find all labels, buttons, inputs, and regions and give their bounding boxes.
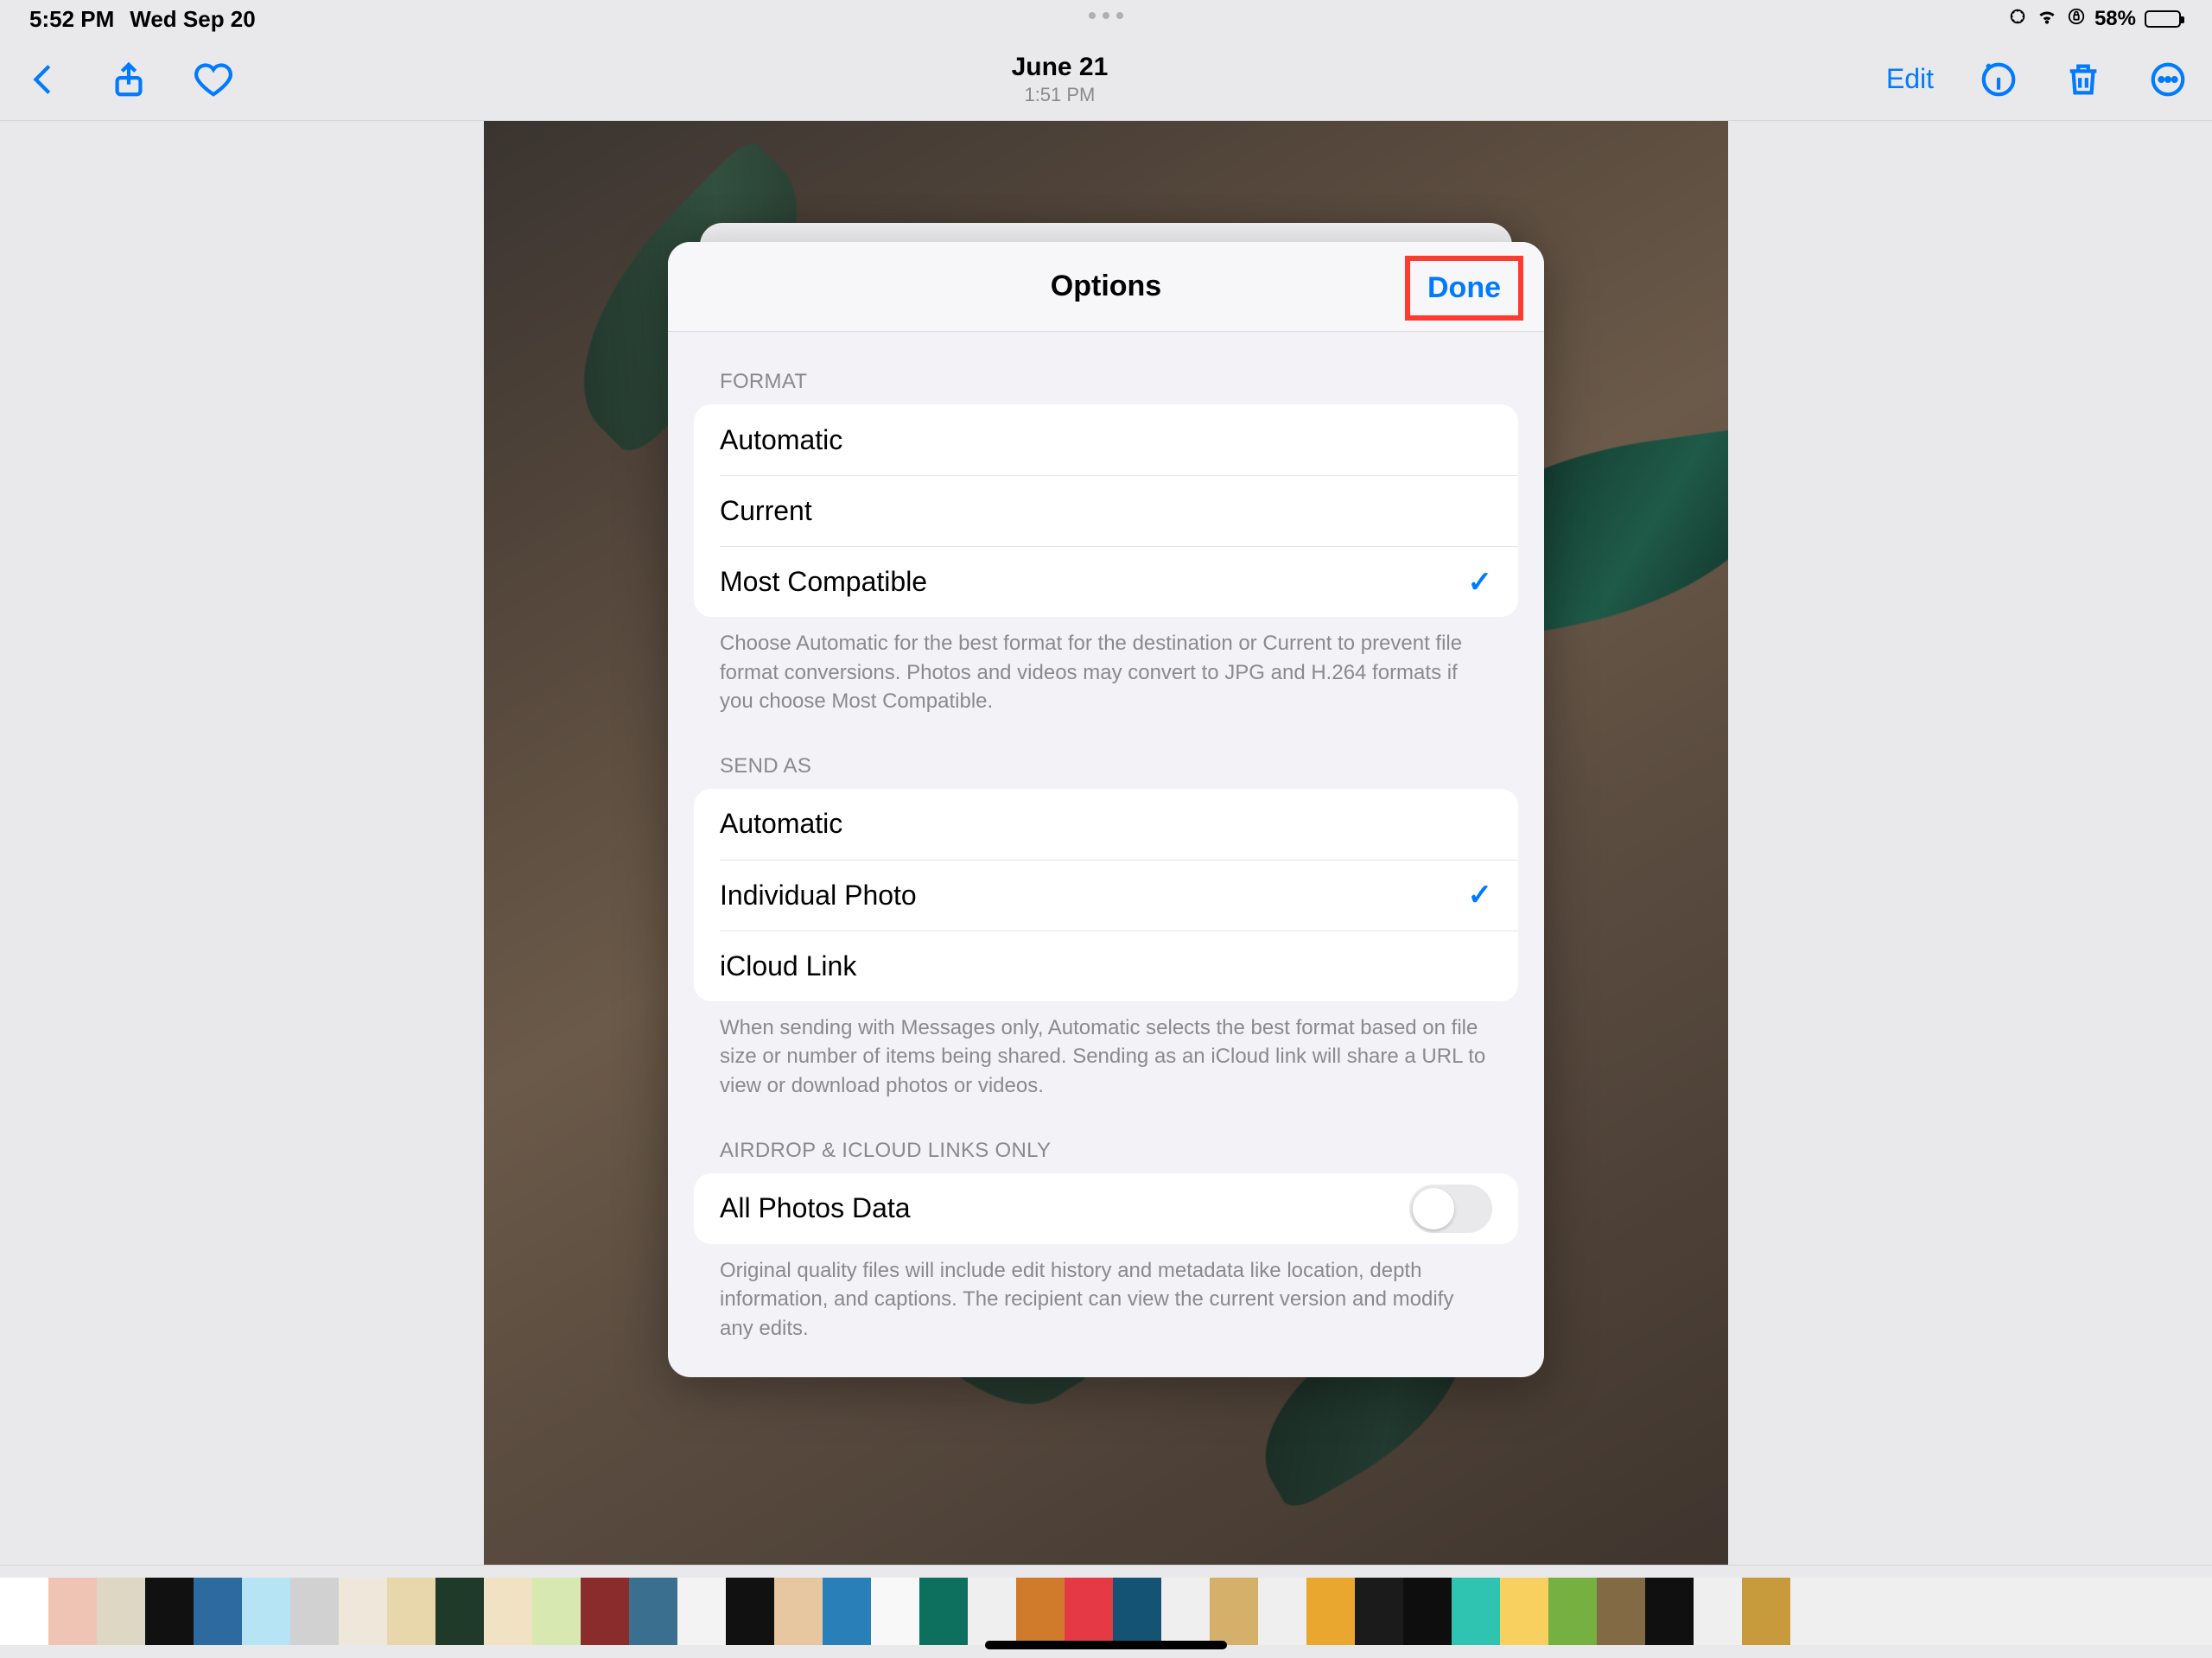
photo-time: 1:51 PM (1012, 84, 1109, 106)
favorite-button[interactable] (194, 60, 233, 99)
thumbnail[interactable] (919, 1578, 968, 1645)
thumbnail[interactable] (97, 1578, 145, 1645)
thumbnail[interactable] (339, 1578, 387, 1645)
thumbnail[interactable] (1065, 1578, 1113, 1645)
row-label: Automatic (720, 808, 842, 840)
sendas-row-automatic[interactable]: Automatic (694, 789, 1518, 860)
thumbnail[interactable] (1161, 1578, 1210, 1645)
row-label: Individual Photo (720, 880, 917, 912)
row-label: iCloud Link (720, 950, 856, 982)
section-header-format: FORMAT (720, 370, 1518, 394)
sendas-row-icloud-link[interactable]: iCloud Link (720, 931, 1518, 1001)
row-label: All Photos Data (720, 1192, 911, 1224)
do-not-disturb-icon (2008, 7, 2027, 32)
thumbnail[interactable] (1597, 1578, 1645, 1645)
airdrop-row-all-photos-data[interactable]: All Photos Data (694, 1173, 1518, 1244)
photo-date-header: June 21 1:51 PM (1012, 53, 1109, 106)
battery-icon (2145, 10, 2181, 28)
photo-date: June 21 (1012, 53, 1109, 82)
photo-nav-bar: June 21 1:51 PM Edit (0, 38, 2212, 121)
more-button[interactable] (2148, 60, 2188, 99)
thumbnail[interactable] (1790, 1578, 1839, 1645)
thumbnail[interactable] (532, 1578, 581, 1645)
thumbnail[interactable] (2032, 1578, 2081, 1645)
thumbnail[interactable] (1500, 1578, 1548, 1645)
thumbnail[interactable] (581, 1578, 629, 1645)
thumbnail[interactable] (968, 1578, 1016, 1645)
thumbnail[interactable] (1839, 1578, 1887, 1645)
format-footnote: Choose Automatic for the best format for… (720, 629, 1492, 716)
thumbnail[interactable] (2129, 1578, 2177, 1645)
thumbnail[interactable] (871, 1578, 919, 1645)
airdrop-group: All Photos Data (694, 1173, 1518, 1244)
thumbnail[interactable] (1694, 1578, 1742, 1645)
thumbnail[interactable] (0, 1578, 48, 1645)
status-date: Wed Sep 20 (130, 6, 255, 33)
thumbnail[interactable] (1936, 1578, 1984, 1645)
thumbnail[interactable] (2177, 1578, 2212, 1645)
checkmark-icon: ✓ (1468, 878, 1493, 912)
sendas-row-individual-photo[interactable]: Individual Photo ✓ (720, 860, 1518, 931)
thumbnail[interactable] (2081, 1578, 2129, 1645)
thumbnail[interactable] (1548, 1578, 1597, 1645)
multitask-dots[interactable] (1089, 12, 1123, 19)
modal-header: Options Done (668, 242, 1544, 332)
thumbnail[interactable] (1887, 1578, 1936, 1645)
checkmark-icon: ✓ (1468, 565, 1493, 600)
thumbnail[interactable] (145, 1578, 194, 1645)
thumbnail[interactable] (726, 1578, 774, 1645)
thumbnail[interactable] (1355, 1578, 1403, 1645)
home-indicator[interactable] (985, 1641, 1227, 1649)
thumbnail[interactable] (1016, 1578, 1065, 1645)
edit-button[interactable]: Edit (1886, 63, 1934, 95)
format-row-automatic[interactable]: Automatic (694, 404, 1518, 475)
status-bar: 5:52 PM Wed Sep 20 58% (0, 0, 2212, 38)
send-as-group: Automatic Individual Photo ✓ iCloud Link (694, 789, 1518, 1001)
airdrop-footnote: Original quality files will include edit… (720, 1256, 1492, 1344)
section-header-airdrop: AIRDROP & ICLOUD LINKS ONLY (720, 1139, 1518, 1163)
row-label: Current (720, 495, 812, 527)
orientation-lock-icon (2067, 7, 2086, 32)
thumbnail[interactable] (1403, 1578, 1452, 1645)
share-button[interactable] (109, 60, 149, 99)
modal-title: Options (1051, 270, 1161, 303)
thumbnail[interactable] (435, 1578, 484, 1645)
thumbnail[interactable] (823, 1578, 871, 1645)
done-highlight-box: Done (1405, 256, 1523, 321)
thumbnail[interactable] (290, 1578, 339, 1645)
thumbnail[interactable] (484, 1578, 532, 1645)
thumbnail[interactable] (1984, 1578, 2032, 1645)
done-button[interactable]: Done (1427, 271, 1501, 304)
thumbnail[interactable] (1742, 1578, 1790, 1645)
send-as-footnote: When sending with Messages only, Automat… (720, 1013, 1492, 1101)
format-group: Automatic Current Most Compatible ✓ (694, 404, 1518, 617)
wifi-icon (2036, 5, 2058, 34)
thumbnail[interactable] (1210, 1578, 1258, 1645)
thumbnail[interactable] (1452, 1578, 1500, 1645)
thumbnail[interactable] (1306, 1578, 1355, 1645)
trash-button[interactable] (2063, 60, 2103, 99)
section-header-send-as: SEND AS (720, 754, 1518, 778)
row-label: Automatic (720, 424, 842, 456)
format-row-current[interactable]: Current (720, 475, 1518, 546)
thumbnail[interactable] (1645, 1578, 1694, 1645)
thumbnail[interactable] (242, 1578, 290, 1645)
thumbnail[interactable] (629, 1578, 677, 1645)
status-time: 5:52 PM (29, 6, 114, 33)
thumbnail[interactable] (1258, 1578, 1306, 1645)
row-label: Most Compatible (720, 566, 927, 598)
all-photos-data-toggle[interactable] (1409, 1185, 1492, 1233)
battery-percentage: 58% (2094, 7, 2136, 31)
thumbnail[interactable] (1113, 1578, 1161, 1645)
share-options-modal: Options Done FORMAT Automatic Current Mo… (668, 242, 1544, 1377)
info-button[interactable] (1979, 60, 2018, 99)
back-button[interactable] (24, 60, 64, 99)
thumbnail[interactable] (194, 1578, 242, 1645)
format-row-most-compatible[interactable]: Most Compatible ✓ (720, 546, 1518, 617)
thumbnail[interactable] (774, 1578, 823, 1645)
thumbnail[interactable] (387, 1578, 435, 1645)
thumbnail[interactable] (677, 1578, 726, 1645)
thumbnail[interactable] (48, 1578, 97, 1645)
